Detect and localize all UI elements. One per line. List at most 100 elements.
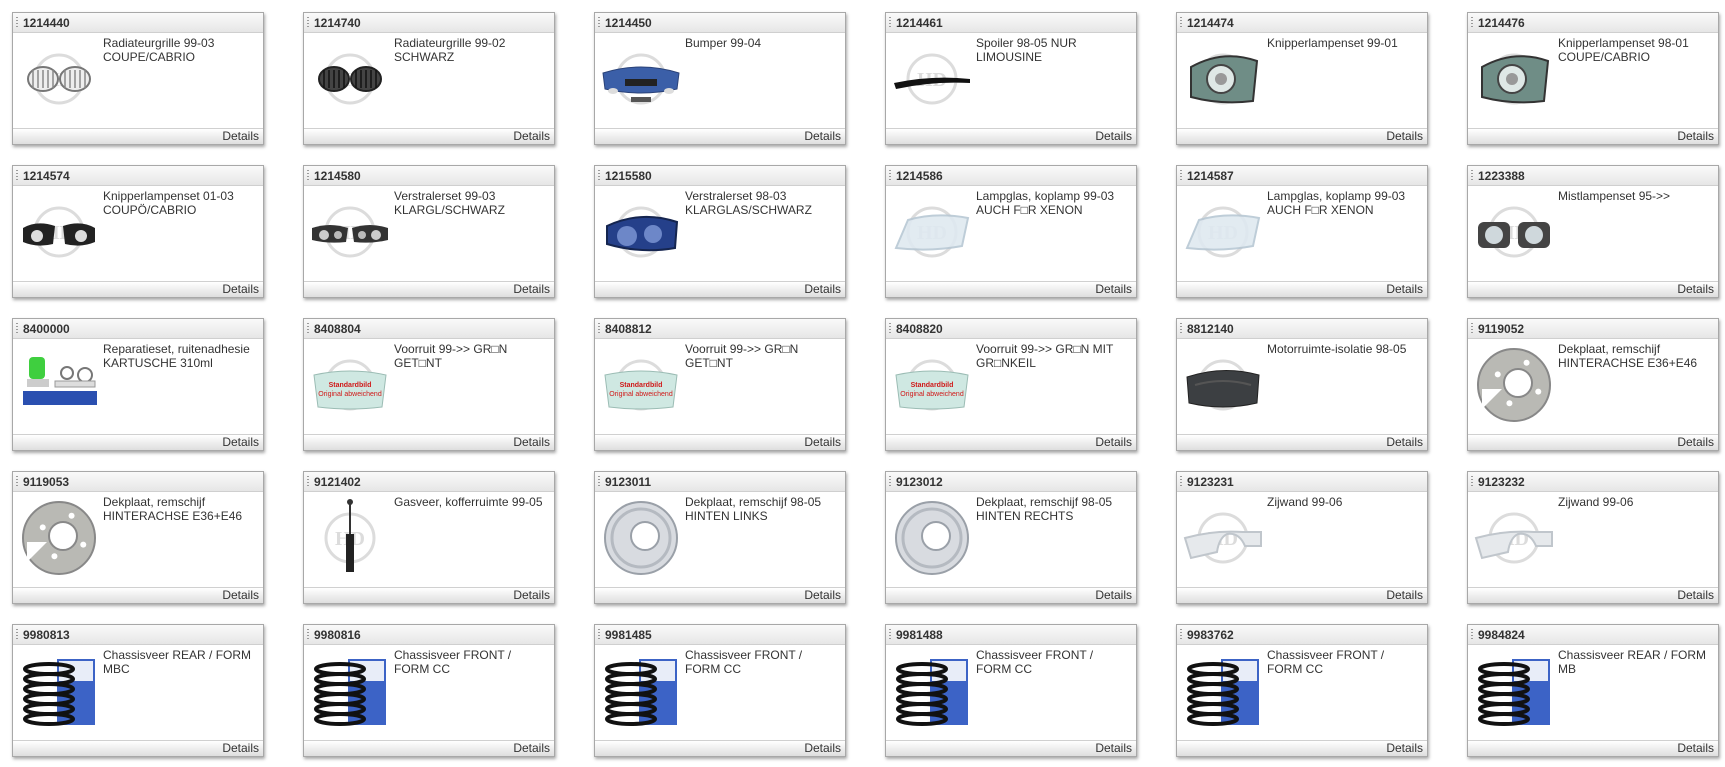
windshield-icon[interactable]: HDStandardbildOriginal abweichend: [310, 345, 390, 423]
indicator-lamp-icon[interactable]: HD: [1183, 39, 1263, 117]
details-link[interactable]: Details: [222, 435, 259, 449]
headlight-pair-icon[interactable]: HD: [310, 192, 390, 270]
bumper-icon[interactable]: HD: [601, 39, 681, 117]
details-link[interactable]: Details: [1386, 435, 1423, 449]
details-link[interactable]: Details: [1386, 129, 1423, 143]
product-card[interactable]: 1223388 HD Mistlampenset 95->> Details: [1467, 165, 1719, 298]
svg-text:Standardbild: Standardbild: [911, 382, 954, 389]
windshield-icon[interactable]: HDStandardbildOriginal abweichend: [892, 345, 972, 423]
product-card[interactable]: 9980813 Chassisveer REAR / FORM MBC Detail…: [12, 624, 264, 757]
product-card[interactable]: 9983762 Chassisveer FRONT / FORM CC Detail…: [1176, 624, 1428, 757]
product-card[interactable]: 9123231 HD Zijwand 99-06 Details: [1176, 471, 1428, 604]
indicator-lamp-icon[interactable]: HD: [1474, 39, 1554, 117]
details-link[interactable]: Details: [513, 129, 550, 143]
details-link[interactable]: Details: [1095, 129, 1132, 143]
details-link[interactable]: Details: [804, 129, 841, 143]
headlight-blue-icon[interactable]: HD: [601, 192, 681, 270]
indicator-lamp-black-icon[interactable]: HD: [19, 192, 99, 270]
grille-chrome-icon[interactable]: HD: [19, 39, 99, 117]
product-card[interactable]: 1214474 HD Knipperlampenset 99-01 Details: [1176, 12, 1428, 145]
product-card[interactable]: 9123012 Dekplaat, remschijf 98-05 HINTEN …: [885, 471, 1137, 604]
coil-spring-icon[interactable]: [310, 651, 390, 729]
product-card[interactable]: 8408812HDStandardbildOriginal abweichend…: [594, 318, 846, 451]
details-link[interactable]: Details: [1386, 282, 1423, 296]
product-card[interactable]: 9980816 Chassisveer FRONT / FORM CC Detail…: [303, 624, 555, 757]
product-card[interactable]: 1214440 HD Radiateurgrille 99-03 COUPE/CAB…: [12, 12, 264, 145]
svg-text:Original abweichend: Original abweichend: [609, 391, 673, 398]
product-card[interactable]: 8408820HDStandardbildOriginal abweichend…: [885, 318, 1137, 451]
repair-kit-icon[interactable]: [19, 345, 99, 423]
lamp-glass-icon[interactable]: HD: [892, 192, 972, 270]
product-card[interactable]: 9123232 HD Zijwand 99-06 Details: [1467, 471, 1719, 604]
product-description: Zijwand 99-06: [1558, 495, 1634, 509]
product-card[interactable]: 1214476 HDKnipperlampenset 98-01 COUPE/CA…: [1467, 12, 1719, 145]
details-link[interactable]: Details: [804, 435, 841, 449]
coil-spring-icon[interactable]: [601, 651, 681, 729]
product-description: Knipperlampenset 98-01 COUPE/CABRIO: [1558, 36, 1689, 64]
details-link[interactable]: Details: [1386, 588, 1423, 602]
details-link[interactable]: Details: [804, 588, 841, 602]
product-card[interactable]: 9123011 Dekplaat, remschijf 98-05 HINTEN …: [594, 471, 846, 604]
details-link[interactable]: Details: [804, 282, 841, 296]
coil-spring-icon[interactable]: [1474, 651, 1554, 729]
product-number: 9980813: [13, 625, 263, 645]
details-link[interactable]: Details: [513, 741, 550, 755]
coil-spring-icon[interactable]: [1183, 651, 1263, 729]
spoiler-icon[interactable]: HD: [892, 39, 972, 117]
product-card[interactable]: 9119052 Dekplaat, remschijf HINTERACHSE E…: [1467, 318, 1719, 451]
coil-spring-icon[interactable]: [19, 651, 99, 729]
product-card[interactable]: 9121402 HD Gasveer, kofferruimte 99-05 Deta…: [303, 471, 555, 604]
details-link[interactable]: Details: [222, 588, 259, 602]
gas-spring-icon[interactable]: HD: [310, 498, 390, 576]
side-panel-icon[interactable]: HD: [1474, 498, 1554, 576]
product-card[interactable]: 1214587 HDLampglas, koplamp 99-03 AUCH F□…: [1176, 165, 1428, 298]
details-link[interactable]: Details: [1677, 282, 1714, 296]
details-link[interactable]: Details: [1095, 588, 1132, 602]
product-number: 1214580: [304, 166, 554, 186]
details-link[interactable]: Details: [1677, 435, 1714, 449]
product-card[interactable]: 8408804HDStandardbildOriginal abweichend…: [303, 318, 555, 451]
details-link[interactable]: Details: [222, 741, 259, 755]
product-card[interactable]: 1214450 HD Bumper 99-04 Details: [594, 12, 846, 145]
details-link[interactable]: Details: [1095, 435, 1132, 449]
windshield-icon[interactable]: HDStandardbildOriginal abweichend: [601, 345, 681, 423]
product-card[interactable]: 9981488 Chassisveer FRONT / FORM CC Detail…: [885, 624, 1137, 757]
product-card[interactable]: 1215580 HDVerstralerset 98-03 KLARGLAS/SC…: [594, 165, 846, 298]
details-link[interactable]: Details: [1386, 741, 1423, 755]
product-card[interactable]: 8812140 HD Motorruimte-isolatie 98-05 Detai…: [1176, 318, 1428, 451]
product-card[interactable]: 1214580 HD Verstralerset 99-03 KLARGL/SCHW…: [303, 165, 555, 298]
side-panel-icon[interactable]: HD: [1183, 498, 1263, 576]
details-link[interactable]: Details: [513, 282, 550, 296]
details-link[interactable]: Details: [1095, 741, 1132, 755]
details-link[interactable]: Details: [513, 588, 550, 602]
product-card[interactable]: 9984824 Chassisveer REAR / FORM MB Details: [1467, 624, 1719, 757]
coil-spring-icon[interactable]: [892, 651, 972, 729]
fog-lamp-icon[interactable]: HD: [1474, 192, 1554, 270]
product-card[interactable]: 1214740 HD Radiateurgrille 99-02 SCHWARZ De…: [303, 12, 555, 145]
details-link[interactable]: Details: [1677, 741, 1714, 755]
product-card[interactable]: 9981485 Chassisveer FRONT / FORM CC Detail…: [594, 624, 846, 757]
grille-black-icon[interactable]: HD: [310, 39, 390, 117]
details-link[interactable]: Details: [1677, 129, 1714, 143]
brake-shield-icon[interactable]: [19, 498, 99, 576]
product-description: Chassisveer FRONT / FORM CC: [685, 648, 803, 676]
details-link[interactable]: Details: [804, 741, 841, 755]
details-link[interactable]: Details: [222, 282, 259, 296]
engine-insulation-icon[interactable]: HD: [1183, 345, 1263, 423]
details-link[interactable]: Details: [1095, 282, 1132, 296]
lamp-glass-icon[interactable]: HD: [1183, 192, 1263, 270]
product-card[interactable]: 9119053 Dekplaat, remschijf HINTERACHSE E…: [12, 471, 264, 604]
details-link[interactable]: Details: [222, 129, 259, 143]
product-card[interactable]: 1214586 HDLampglas, koplamp 99-03 AUCH F□…: [885, 165, 1137, 298]
brake-shield-icon[interactable]: [1474, 345, 1554, 423]
product-card[interactable]: 1214574 HD Knipperlampenset 01-03 COUPÖ/CA…: [12, 165, 264, 298]
brake-shield-silver-icon[interactable]: [601, 498, 681, 576]
details-link[interactable]: Details: [1677, 588, 1714, 602]
product-number: 1214474: [1177, 13, 1427, 33]
details-link[interactable]: Details: [513, 435, 550, 449]
product-number: 1214574: [13, 166, 263, 186]
product-card[interactable]: 1214461 HDSpoiler 98-05 NUR LIMOUSINE Deta…: [885, 12, 1137, 145]
product-card[interactable]: 8400000 Reparatieset, ruitenadhesie KARTU…: [12, 318, 264, 451]
brake-shield-silver-icon[interactable]: [892, 498, 972, 576]
product-description: Dekplaat, remschijf 98-05 HINTEN RECHTS: [976, 495, 1113, 523]
